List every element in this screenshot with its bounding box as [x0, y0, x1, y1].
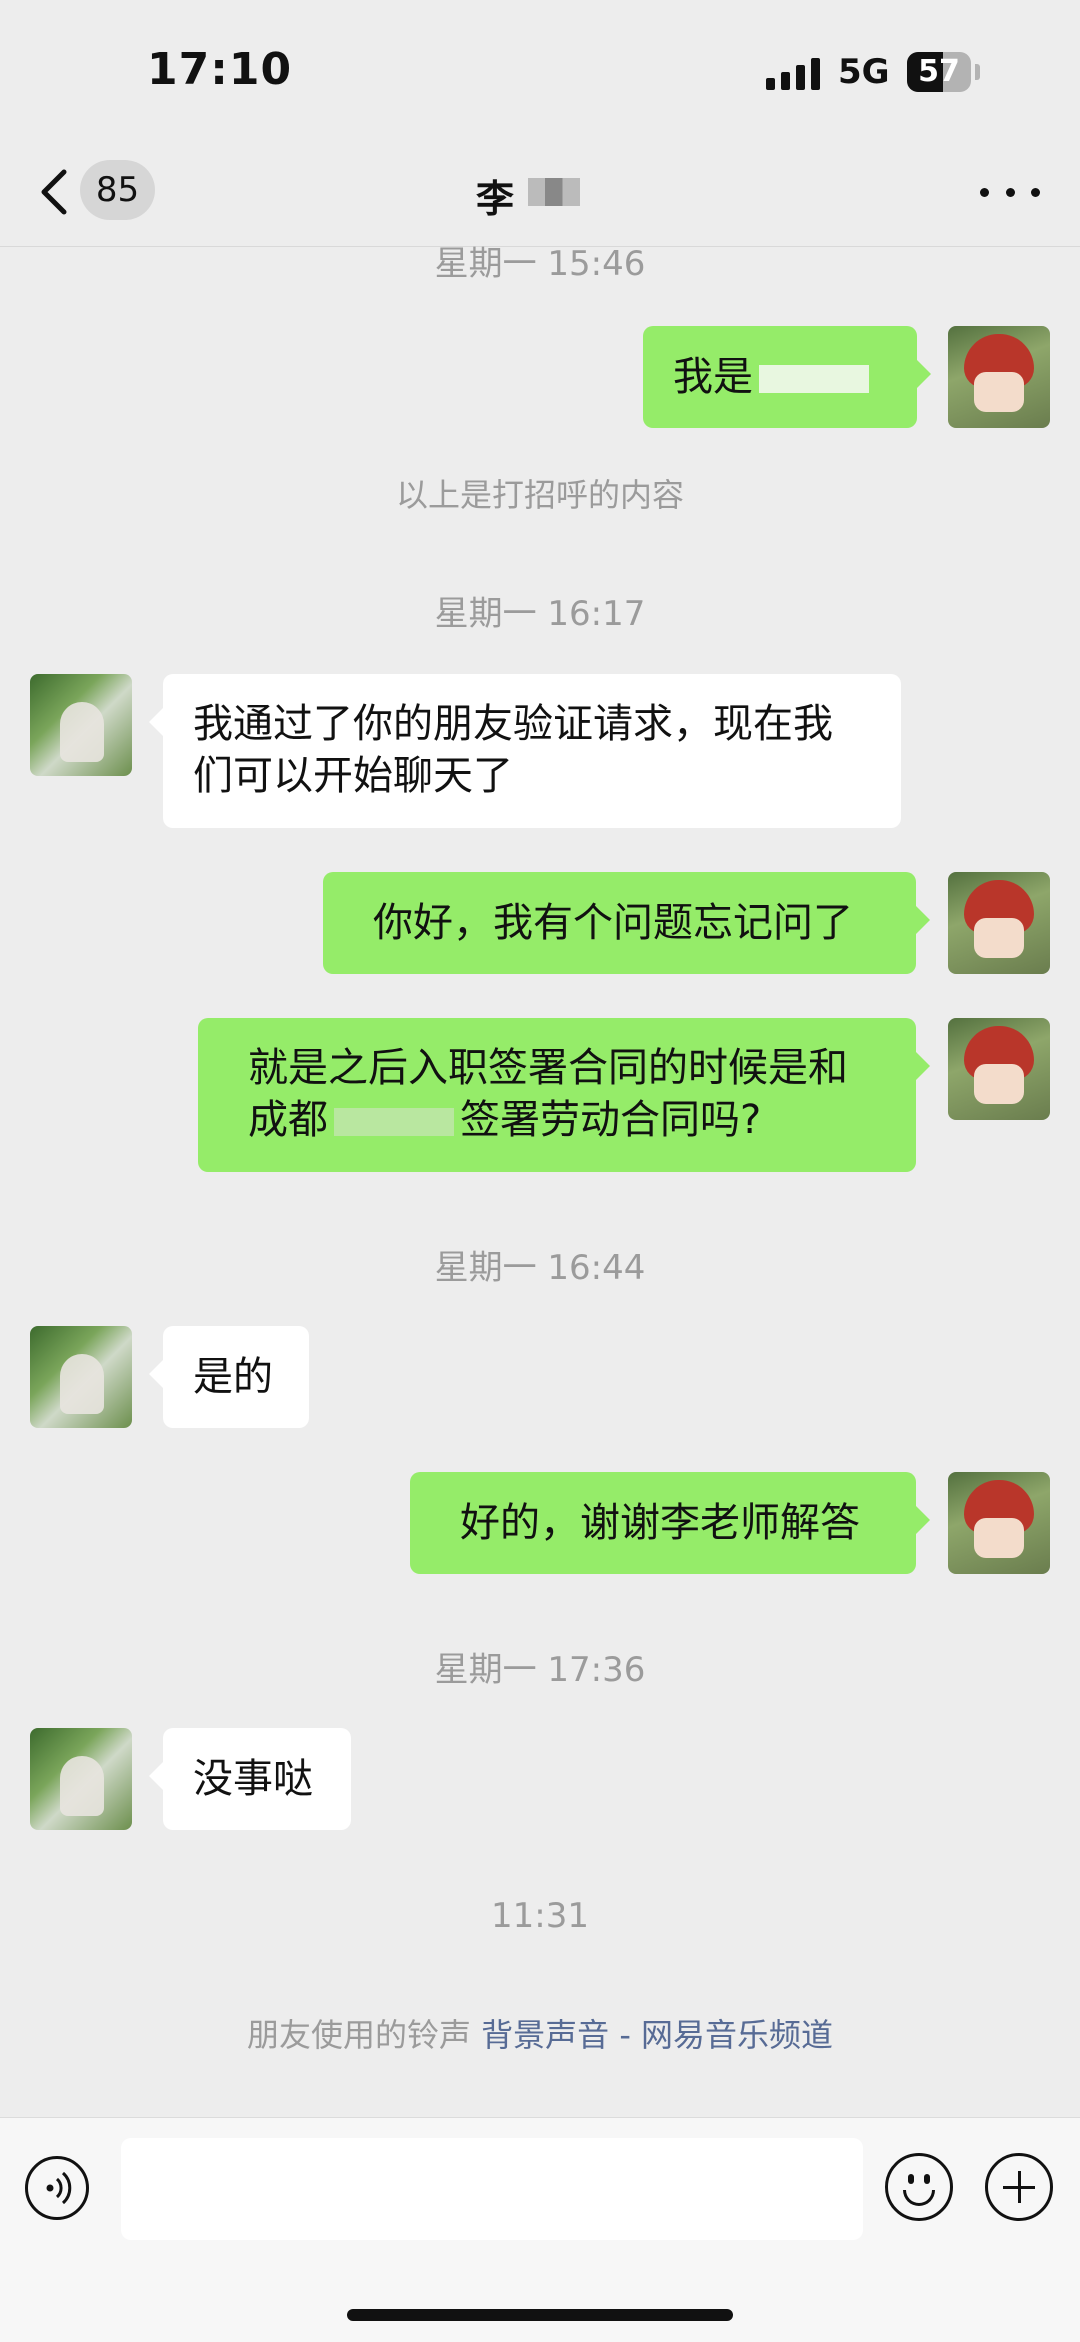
- message-bubble-sent[interactable]: 我是: [643, 326, 931, 428]
- contact-avatar[interactable]: [30, 674, 132, 776]
- timestamp: 星期一 16:44: [434, 1248, 646, 1288]
- my-avatar[interactable]: [948, 872, 1050, 974]
- message-text: 是的: [193, 1354, 273, 1400]
- message-bubble-sent[interactable]: 好的，谢谢李老师解答: [410, 1472, 930, 1574]
- my-avatar[interactable]: [948, 1472, 1050, 1574]
- status-bar: 17:10 5G 57: [0, 0, 1080, 140]
- emoji-icon[interactable]: [885, 2153, 953, 2221]
- my-avatar[interactable]: [948, 1018, 1050, 1120]
- message-bubble-sent[interactable]: 你好，我有个问题忘记问了: [323, 872, 930, 974]
- message-text: 好的，谢谢李老师解答: [460, 1500, 860, 1546]
- battery-icon: 57: [907, 52, 971, 92]
- message-text-line: 就是之后入职签署合同的时候是和: [248, 1045, 848, 1091]
- voice-input-icon[interactable]: [25, 2156, 89, 2220]
- contact-avatar[interactable]: [30, 1728, 132, 1830]
- redacted-text: [759, 365, 869, 393]
- timestamp: 星期一 17:36: [434, 1650, 646, 1690]
- message-text: 成都: [248, 1097, 328, 1143]
- message-bubble-received[interactable]: 是的: [149, 1326, 309, 1428]
- contact-avatar[interactable]: [30, 1326, 132, 1428]
- message-text: 你好，我有个问题忘记问了: [373, 900, 853, 946]
- more-options-icon[interactable]: [980, 172, 1040, 212]
- battery-level: 57: [918, 54, 960, 89]
- message-bubble-received[interactable]: 我通过了你的朋友验证请求，现在我们可以开始聊天了: [149, 674, 901, 828]
- message-text: 我通过了你的朋友验证请求，现在我们可以开始聊天了: [193, 701, 833, 799]
- home-indicator: [347, 2309, 733, 2321]
- timestamp: 星期一 15:46: [434, 244, 646, 284]
- timestamp: 星期一 16:17: [434, 594, 646, 634]
- chat-header: 85 李: [0, 140, 1080, 247]
- plus-icon[interactable]: [985, 2153, 1053, 2221]
- message-text: 我是: [673, 354, 753, 400]
- unread-count-badge[interactable]: 85: [80, 160, 155, 220]
- battery-cap: [975, 64, 980, 80]
- timestamp: 11:31: [491, 1896, 589, 1936]
- my-avatar[interactable]: [948, 326, 1050, 428]
- message-bubble-received[interactable]: 没事哒: [149, 1728, 351, 1830]
- ringtone-link[interactable]: 背景声音 - 网易音乐频道: [481, 2016, 833, 2054]
- message-input[interactable]: [121, 2138, 863, 2240]
- input-bar: [0, 2117, 1080, 2342]
- contact-name: 李: [476, 177, 515, 221]
- ringtone-notice: 朋友使用的铃声 背景声音 - 网易音乐频道: [0, 2010, 1080, 2056]
- greeting-note: 以上是打招呼的内容: [395, 476, 684, 514]
- signal-icon: [766, 56, 820, 90]
- redacted-text: [334, 1108, 454, 1136]
- message-text: 签署劳动合同吗?: [460, 1097, 762, 1143]
- clock: 17:10: [147, 44, 293, 95]
- network-type: 5G: [838, 52, 890, 92]
- redacted-name: [528, 178, 580, 206]
- ringtone-prefix: 朋友使用的铃声: [246, 2016, 471, 2054]
- message-text: 没事哒: [193, 1756, 313, 1802]
- message-bubble-sent[interactable]: 就是之后入职签署合同的时候是和 成都 签署劳动合同吗?: [198, 1018, 930, 1172]
